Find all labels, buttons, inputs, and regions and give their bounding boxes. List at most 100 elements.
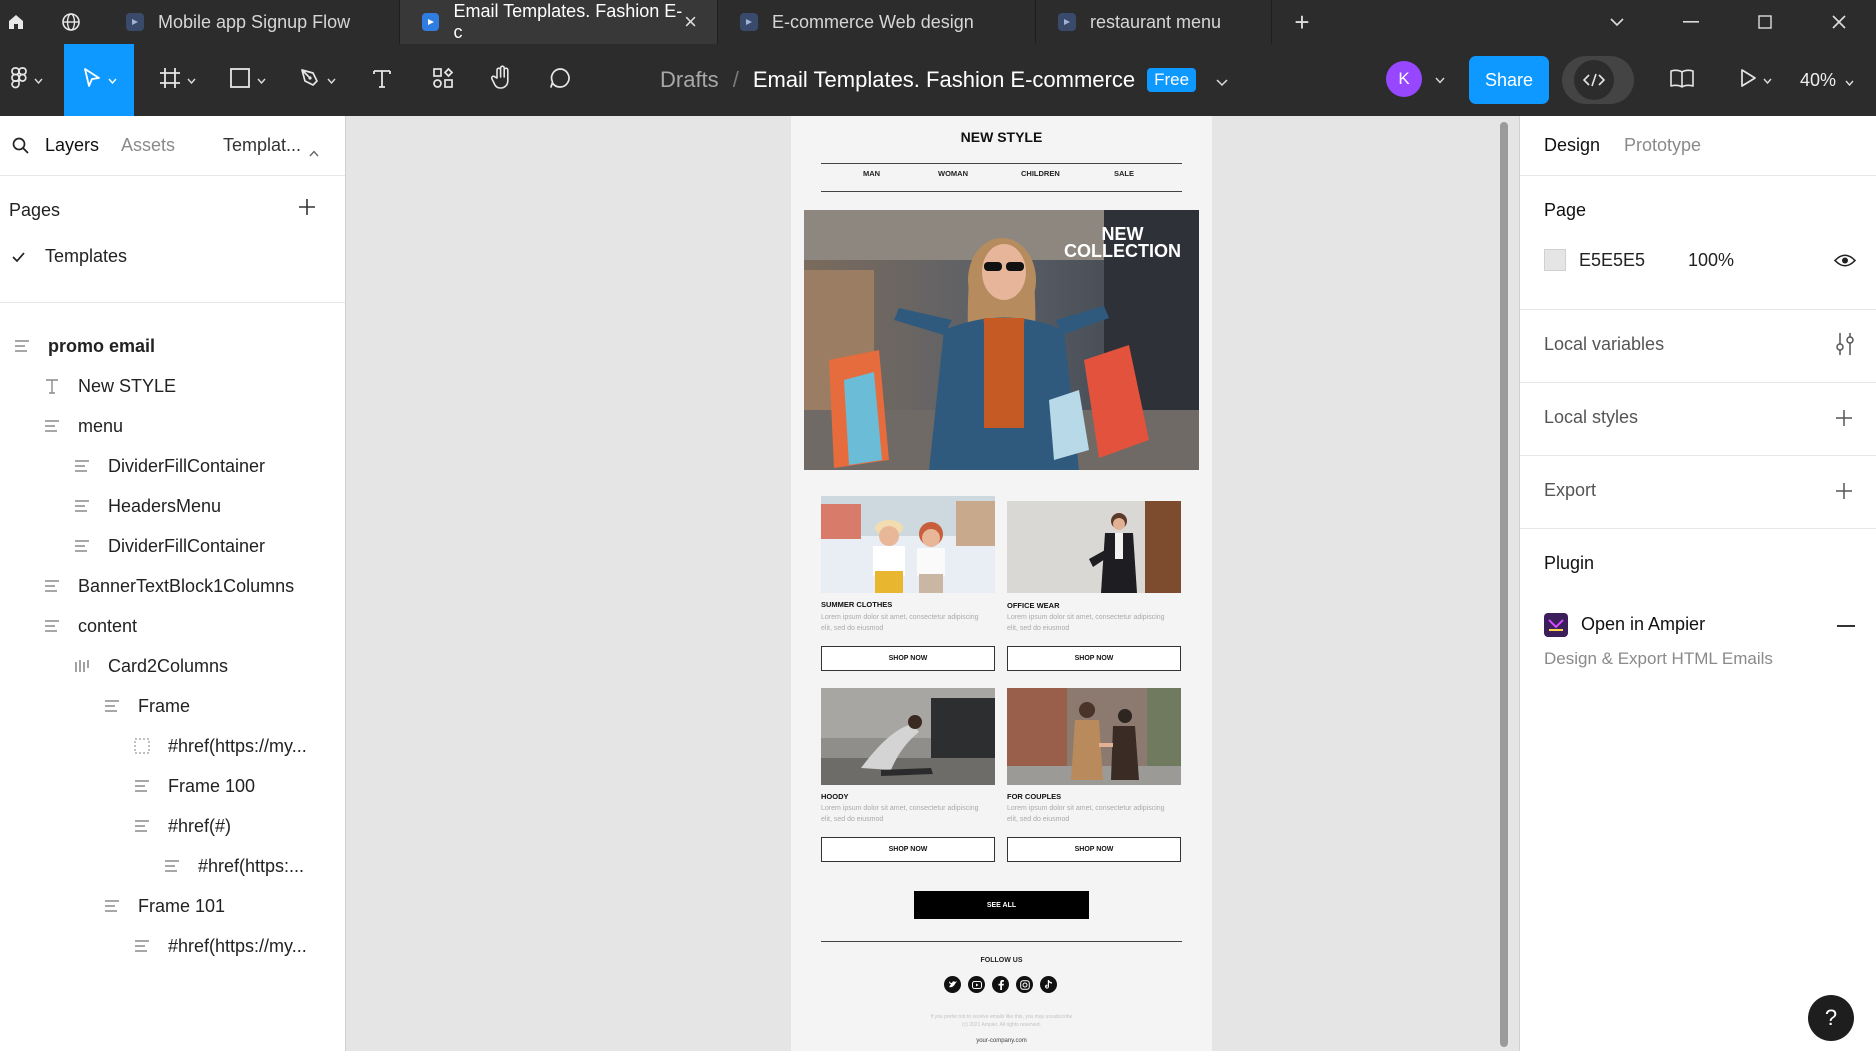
menu-item-man[interactable]: MAN — [863, 169, 880, 178]
plugin-label: Plugin — [1544, 553, 1595, 573]
layer-label: Frame 100 — [168, 775, 256, 796]
close-window-icon[interactable] — [1802, 0, 1876, 44]
tab-label: restaurant menu — [1090, 11, 1222, 32]
ampier-plugin-icon — [1544, 613, 1568, 637]
email-title: NEW STYLE — [960, 129, 1043, 145]
divider — [821, 941, 1182, 942]
figma-file-icon — [126, 13, 144, 31]
hero-banner[interactable]: NEW COLLECTION — [804, 210, 1199, 470]
comment-tool-button[interactable] — [538, 44, 582, 116]
search-icon[interactable] — [12, 137, 29, 159]
local-styles-section[interactable]: Local styles — [1520, 383, 1876, 456]
export-label: Export — [1544, 480, 1597, 500]
breadcrumb-drafts[interactable]: Drafts — [660, 67, 719, 93]
shop-now-button[interactable]: SHOP NOW — [1007, 837, 1181, 862]
card-image-hoody[interactable] — [821, 688, 995, 785]
local-variables-section[interactable]: Local variables — [1520, 310, 1876, 383]
tab-prototype[interactable]: Prototype — [1624, 135, 1701, 156]
plugin-name[interactable]: Open in Ampier — [1581, 614, 1705, 635]
export-section[interactable]: Export — [1520, 456, 1876, 529]
minimize-icon[interactable] — [1654, 0, 1728, 44]
chevron-down-icon[interactable] — [1428, 44, 1452, 116]
help-button[interactable]: ? — [1808, 995, 1854, 1041]
file-name[interactable]: Email Templates. Fashion E-commerce — [753, 67, 1135, 93]
divider — [821, 163, 1182, 164]
shop-now-button[interactable]: SHOP NOW — [821, 837, 995, 862]
variables-icon[interactable] — [1835, 332, 1855, 361]
plugin-section: Plugin Open in Ampier Design & Export HT… — [1520, 529, 1876, 689]
youtube-icon[interactable] — [968, 976, 985, 993]
page-section-label: Page — [1544, 200, 1587, 220]
canvas-scrollbar[interactable] — [1500, 122, 1508, 1047]
layer-label: #href(https://my... — [168, 935, 307, 956]
menu-item-children[interactable]: CHILDREN — [1021, 169, 1060, 178]
layer-label: promo email — [48, 335, 156, 356]
text-tool-button[interactable] — [362, 44, 402, 116]
eye-icon[interactable] — [1833, 252, 1857, 273]
file-menu-chevron-icon[interactable] — [1216, 67, 1228, 93]
card-image-couples[interactable] — [1007, 688, 1181, 785]
shop-now-button[interactable]: SHOP NOW — [1007, 646, 1181, 671]
toolbar: Drafts / Email Templates. Fashion E-comm… — [0, 44, 1876, 116]
breadcrumb-separator: / — [732, 67, 739, 92]
tab-mobile-app-signup[interactable]: Mobile app Signup Flow — [104, 0, 400, 44]
divider — [0, 302, 345, 303]
tab-layers[interactable]: Layers — [45, 135, 99, 156]
dev-mode-toggle[interactable] — [1562, 56, 1634, 104]
page-opacity-value[interactable]: 100% — [1688, 250, 1734, 271]
home-icon[interactable] — [2, 0, 30, 44]
twitter-icon[interactable] — [944, 976, 961, 993]
tab-ecommerce-web-design[interactable]: E-commerce Web design — [718, 0, 1036, 44]
tiktok-icon[interactable] — [1040, 976, 1057, 993]
page-color-swatch[interactable] — [1544, 249, 1566, 271]
frame-icon — [162, 856, 182, 876]
tab-email-templates[interactable]: Email Templates. Fashion E-c × — [400, 0, 718, 44]
globe-icon[interactable] — [54, 0, 88, 44]
hero-heading: NEW COLLECTION — [1064, 225, 1181, 260]
main-menu-button[interactable] — [0, 44, 52, 116]
menu-item-sale[interactable]: SALE — [1114, 169, 1134, 178]
tab-templates-page[interactable]: Templat... — [223, 135, 301, 156]
shape-tool-button[interactable] — [222, 44, 272, 116]
layer-label: menu — [78, 415, 124, 436]
hand-tool-button[interactable] — [480, 44, 524, 116]
page-item-templates[interactable]: Templates — [0, 234, 345, 278]
page-section: Page E5E5E5 100% — [1520, 177, 1876, 310]
resources-tool-button[interactable] — [421, 44, 465, 116]
shop-now-button[interactable]: SHOP NOW — [821, 646, 995, 671]
tab-assets[interactable]: Assets — [121, 135, 175, 156]
card-image-office[interactable] — [1007, 501, 1181, 593]
figma-file-icon — [1058, 13, 1076, 31]
tab-restaurant-menu[interactable]: restaurant menu — [1036, 0, 1272, 44]
see-all-button[interactable]: SEE ALL — [914, 891, 1089, 919]
layer-row[interactable]: #href(https://my... — [0, 922, 345, 970]
chevron-up-icon[interactable] — [309, 141, 319, 162]
share-button[interactable]: Share — [1469, 56, 1549, 104]
frame-tool-button[interactable] — [152, 44, 202, 116]
add-page-icon[interactable] — [298, 198, 316, 221]
page-color-value[interactable]: E5E5E5 — [1579, 250, 1645, 271]
maximize-icon[interactable] — [1728, 0, 1802, 44]
avatar[interactable]: K — [1386, 61, 1422, 97]
card-image-summer[interactable] — [821, 496, 995, 593]
present-button[interactable] — [1728, 44, 1782, 116]
add-style-icon[interactable] — [1835, 409, 1853, 432]
library-button[interactable] — [1662, 44, 1702, 116]
email-frame[interactable]: NEW STYLE MAN WOMAN CHILDREN SALE NEW CO… — [791, 116, 1212, 1051]
zoom-menu[interactable]: 40% — [1800, 44, 1854, 116]
layer-label: BannerTextBlock1Columns — [78, 575, 295, 596]
page-label: Templates — [45, 245, 128, 266]
add-export-icon[interactable] — [1835, 482, 1853, 505]
new-tab-icon[interactable]: + — [1286, 0, 1318, 44]
company-url[interactable]: your-company.com — [791, 1038, 1212, 1044]
move-tool-button[interactable] — [64, 44, 134, 116]
columns-icon — [72, 656, 92, 676]
facebook-icon[interactable] — [992, 976, 1009, 993]
instagram-icon[interactable] — [1016, 976, 1033, 993]
pen-tool-button[interactable] — [292, 44, 342, 116]
tab-design[interactable]: Design — [1544, 135, 1600, 156]
collapse-plugin-icon[interactable] — [1837, 625, 1855, 627]
tab-list-chevron-icon[interactable] — [1580, 0, 1654, 44]
close-tab-icon[interactable]: × — [684, 9, 697, 35]
menu-item-woman[interactable]: WOMAN — [938, 169, 968, 178]
